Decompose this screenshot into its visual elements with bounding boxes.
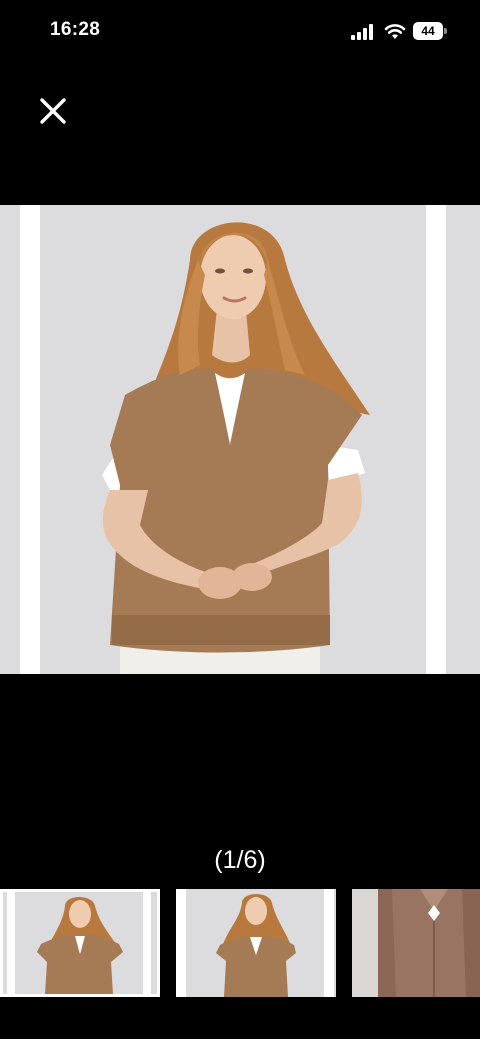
status-time: 16:28 <box>50 19 101 40</box>
image-counter: (1/6) <box>214 846 266 874</box>
status-bar: 16:28 44 <box>0 0 480 64</box>
signal-icon <box>351 24 373 40</box>
thumbnail-2[interactable] <box>176 889 336 997</box>
product-image-viewer: 16:28 44 (1/6) <box>0 0 480 1039</box>
close-button[interactable] <box>34 92 72 130</box>
wifi-icon <box>384 24 406 39</box>
product-photo[interactable] <box>40 205 426 674</box>
battery-icon: 44 <box>413 22 447 40</box>
thumbnail-3[interactable] <box>352 889 480 997</box>
battery-tip <box>444 28 447 34</box>
thumbnail-strip <box>0 889 480 997</box>
thumbnail-1[interactable] <box>0 889 160 997</box>
image-gallery[interactable] <box>0 205 480 674</box>
close-icon <box>40 98 66 124</box>
battery-level: 44 <box>413 22 443 40</box>
